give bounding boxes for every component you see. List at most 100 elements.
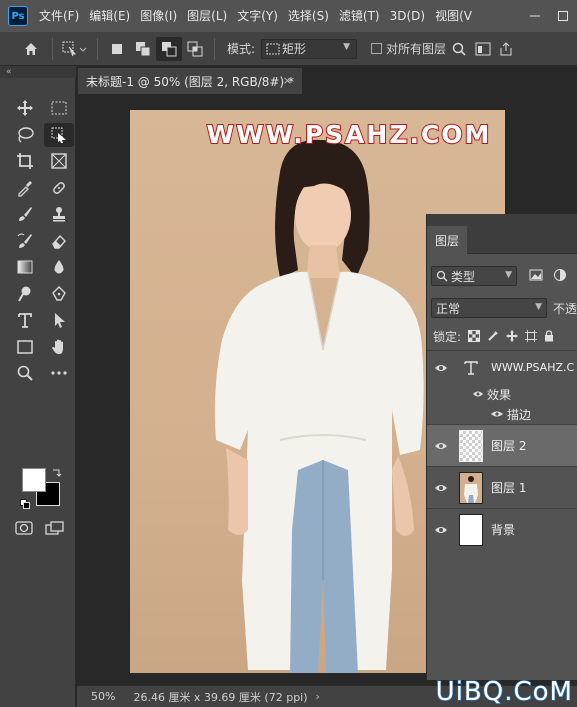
layer-list: WWW.PSAHZ.C 效果 描边 图层 2 图层 1 背景	[427, 350, 577, 550]
crop-tool-icon[interactable]	[10, 149, 40, 173]
layer-item[interactable]: 图层 2	[427, 424, 577, 466]
tool-preset-icon[interactable]	[59, 37, 91, 61]
swap-colors-icon[interactable]	[52, 466, 62, 480]
corner-watermark: UiBQ.CoM	[435, 676, 573, 707]
adjustment-filter-icon[interactable]	[553, 268, 567, 285]
healing-brush-tool-icon[interactable]	[44, 176, 74, 200]
blur-tool-icon[interactable]	[44, 255, 74, 279]
tools-panel	[0, 78, 76, 707]
lock-label: 锁定:	[433, 329, 462, 344]
tab-layers[interactable]: 图层	[427, 226, 467, 254]
eyedropper-tool-icon[interactable]	[10, 176, 40, 200]
chevron-down-icon: ▼	[343, 41, 351, 52]
subtract-selection-icon[interactable]	[156, 36, 182, 61]
type-tool-icon[interactable]	[10, 308, 40, 332]
text-layer-icon	[459, 360, 483, 376]
brush-tool-icon[interactable]	[10, 202, 40, 226]
foreground-color-swatch[interactable]	[22, 468, 46, 492]
gradient-tool-icon[interactable]	[10, 255, 40, 279]
menu-file[interactable]: 文件(F)	[34, 0, 84, 32]
menu-filter[interactable]: 滤镜(T)	[334, 0, 385, 32]
hand-tool-icon[interactable]	[44, 335, 74, 359]
lock-transparency-icon[interactable]	[468, 330, 481, 342]
lock-position-icon[interactable]	[506, 330, 519, 342]
more-tools-icon[interactable]	[44, 361, 74, 385]
menu-view[interactable]: 视图(V	[430, 0, 477, 32]
layer-name: 背景	[491, 523, 516, 537]
zoom-tool-icon[interactable]	[10, 361, 40, 385]
align-all-layers-checkbox[interactable]	[371, 43, 383, 54]
frame-tool-icon[interactable]	[44, 149, 74, 173]
mode-label: 模式:	[227, 42, 256, 56]
marquee-tool-icon[interactable]	[44, 96, 74, 120]
layer-thumbnail	[459, 471, 483, 504]
options-bar: 模式: 矩形 ▼ 对所有图层	[0, 32, 577, 66]
layers-panel: 图层 类型 ▼ 正常 ▼ 不透 锁定: WWW.PSAHZ.C 效果 描边 图层…	[426, 214, 577, 680]
photoshop-window: Ps 文件(F) 编辑(E) 图像(I) 图层(L) 文字(Y) 选择(S) 滤…	[0, 0, 577, 707]
search-icon[interactable]	[448, 37, 470, 61]
layer-effects-row[interactable]: 效果	[427, 384, 577, 404]
home-icon[interactable]	[16, 37, 46, 61]
menu-bar: Ps 文件(F) 编辑(E) 图像(I) 图层(L) 文字(Y) 选择(S) 滤…	[0, 0, 577, 32]
visibility-eye-icon[interactable]	[427, 525, 455, 535]
history-brush-tool-icon[interactable]	[10, 229, 40, 253]
zoom-level[interactable]: 50%	[91, 690, 115, 703]
menu-select[interactable]: 选择(S)	[283, 0, 334, 32]
rectangle-tool-icon[interactable]	[10, 335, 40, 359]
workspace-icon[interactable]	[470, 37, 496, 61]
move-tool-icon[interactable]	[10, 96, 40, 120]
status-menu-icon[interactable]: ›	[316, 690, 320, 703]
share-icon[interactable]	[496, 37, 516, 61]
screen-mode-icon[interactable]	[44, 520, 66, 538]
menu-image[interactable]: 图像(I)	[135, 0, 182, 32]
layer-effect-stroke-row[interactable]: 描边	[427, 404, 577, 424]
menu-layer[interactable]: 图层(L)	[182, 0, 232, 32]
minimize-icon[interactable]	[521, 0, 549, 32]
close-tab-icon[interactable]: ×	[283, 74, 292, 87]
layer-name: 图层 1	[491, 481, 527, 495]
document-tab-row: « 未标题-1 @ 50% (图层 2, RGB/8#) * ×	[0, 66, 577, 94]
watermark-text: WWW.PSAHZ.COM	[206, 119, 492, 150]
blend-row: 正常 ▼ 不透	[427, 294, 577, 322]
stamp-tool-icon[interactable]	[44, 202, 74, 226]
collapse-toolbar-icon[interactable]: «	[0, 66, 76, 78]
document-tab[interactable]: 未标题-1 @ 50% (图层 2, RGB/8#) * ×	[78, 68, 302, 94]
menu-type[interactable]: 文字(Y)	[232, 0, 283, 32]
path-selection-tool-icon[interactable]	[44, 308, 74, 332]
lock-pixels-icon[interactable]	[487, 330, 499, 342]
pen-tool-icon[interactable]	[44, 282, 74, 306]
separator	[97, 37, 98, 60]
dodge-tool-icon[interactable]	[10, 282, 40, 306]
mode-value: 矩形	[282, 42, 307, 56]
default-colors-icon[interactable]	[20, 498, 30, 512]
layer-item[interactable]: 图层 1	[427, 466, 577, 508]
lock-all-icon[interactable]	[544, 330, 554, 342]
chevron-down-icon: ▼	[535, 302, 542, 312]
opacity-label: 不透	[552, 301, 577, 316]
layer-item[interactable]: 背景	[427, 508, 577, 550]
add-selection-icon[interactable]	[130, 37, 156, 61]
image-filter-icon[interactable]	[529, 269, 543, 284]
restore-icon[interactable]	[549, 0, 577, 32]
layer-item[interactable]: WWW.PSAHZ.C	[427, 350, 577, 384]
mode-select[interactable]: 矩形 ▼	[261, 38, 358, 59]
lasso-tool-icon[interactable]	[10, 123, 40, 147]
ps-logo: Ps	[8, 6, 28, 26]
eraser-tool-icon[interactable]	[44, 229, 74, 253]
layer-kind-select[interactable]: 类型 ▼	[431, 266, 517, 286]
blend-mode-select[interactable]: 正常 ▼	[431, 298, 547, 318]
visibility-eye-icon[interactable]	[427, 441, 455, 451]
menu-3d[interactable]: 3D(D)	[385, 0, 430, 32]
layers-filter-row: 类型 ▼	[427, 262, 577, 290]
layers-panel-tabbar: 图层	[427, 214, 577, 254]
intersect-selection-icon[interactable]	[182, 37, 208, 61]
visibility-eye-icon[interactable]	[427, 483, 455, 493]
lock-artboard-icon[interactable]	[525, 330, 538, 342]
new-selection-icon[interactable]	[104, 37, 130, 61]
align-all-layers-label: 对所有图层	[386, 42, 447, 56]
visibility-eye-icon[interactable]	[427, 363, 455, 373]
quick-mask-icon[interactable]	[14, 520, 34, 538]
object-selection-tool-icon[interactable]	[44, 122, 74, 147]
layer-thumbnail	[459, 429, 483, 462]
menu-edit[interactable]: 编辑(E)	[84, 0, 135, 32]
